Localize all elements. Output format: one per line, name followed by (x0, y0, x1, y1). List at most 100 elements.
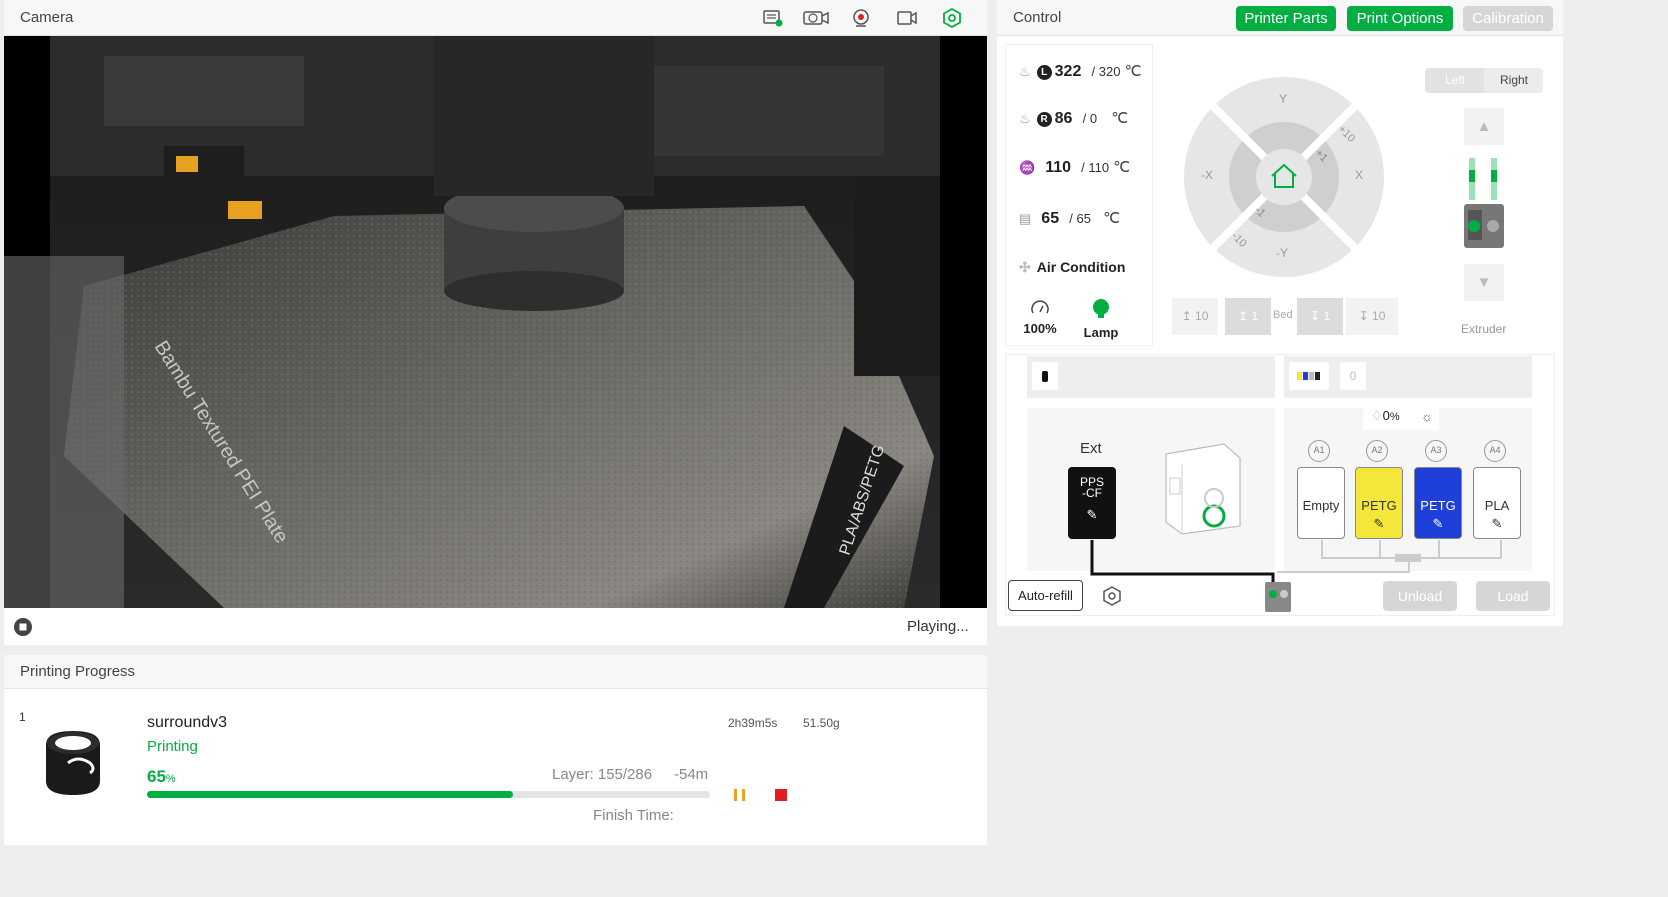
progress-percent-unit: % (165, 773, 176, 785)
control-title: Control (1013, 9, 1062, 26)
air-condition-button[interactable]: ✣ Air Condition (1019, 259, 1125, 276)
jog-x-minus[interactable]: -X (1201, 168, 1213, 182)
humidity-indicator[interactable]: ♢0% ☼ (1363, 408, 1439, 430)
ext-spool-slot[interactable]: PPS -CF ✎ (1068, 467, 1116, 539)
recording-icon[interactable] (896, 9, 918, 27)
ams-tab-bar: 0 (1284, 356, 1532, 398)
extruder-left-option[interactable]: Left (1445, 73, 1465, 87)
slot-a1-material: Empty (1302, 498, 1340, 513)
ext-tray-tab[interactable] (1032, 362, 1058, 390)
extruder-label: Extruder (1461, 322, 1507, 336)
edit-pen-icon: ✎ (1491, 516, 1503, 531)
timelapse-icon[interactable] (802, 9, 830, 27)
camera-image: PLA/ABS/PETG Bambu Textured PEI Plate (4, 36, 940, 608)
finish-time: Finish Time: (593, 807, 674, 824)
right-nozzle-target: / 0 (1082, 111, 1098, 126)
bed-up-1-label: 1 (1251, 309, 1259, 323)
edit-pen-icon: ✎ (1086, 507, 1098, 522)
ams-slot-a4[interactable]: PLA ✎ (1473, 467, 1521, 539)
fan-icon: ✣ (1019, 259, 1031, 275)
auto-refill-button[interactable]: Auto-refill (1008, 580, 1083, 611)
speed-control[interactable]: 100% (1023, 300, 1057, 336)
pause-icon[interactable] (732, 787, 748, 803)
ams-slot-a3[interactable]: PETG ✎ (1414, 467, 1462, 539)
webcam-icon[interactable] (851, 8, 871, 28)
ams-slot-a1[interactable]: Empty (1297, 467, 1345, 539)
left-nozzle-target: / 320 (1091, 64, 1121, 79)
lamp-bulb-icon (1093, 299, 1109, 318)
sd-card-icon[interactable] (762, 9, 784, 27)
extruder-down-button[interactable]: ▼ (1464, 264, 1504, 301)
settings-gear-icon[interactable] (942, 8, 962, 28)
slot-a3-material: PETG (1420, 498, 1456, 513)
camera-header: Camera (4, 0, 987, 36)
progress-title: Printing Progress (20, 663, 136, 680)
bed-up-1-button[interactable]: ↥ 1 (1225, 298, 1271, 335)
humidity-value: 0 (1382, 408, 1390, 423)
camera-feed: PLA/ABS/PETG Bambu Textured PEI Plate (4, 36, 987, 608)
bed-down-10-button[interactable]: ↧ 10 (1346, 298, 1398, 335)
ams-slot-a2[interactable]: PETG ✎ (1355, 467, 1403, 539)
extruder-graphic (1464, 158, 1504, 248)
slot-a2-material: PETG (1361, 498, 1397, 513)
stop-icon[interactable] (774, 788, 788, 802)
external-spool-holder-graphic (1165, 443, 1241, 535)
progress-bar-fill (147, 791, 513, 798)
extruder-right-option[interactable]: Right (1500, 73, 1528, 87)
bed-heat-icon: ♒ (1019, 160, 1036, 175)
chamber-temp[interactable]: ▤ 65 / 65 ℃ (1019, 209, 1120, 228)
right-nozzle-temp[interactable]: ♨ R 86 / 0 ℃ (1019, 109, 1128, 128)
stop-stream-icon[interactable] (13, 617, 33, 637)
speed-value: 100% (1023, 321, 1057, 336)
jog-y-plus[interactable]: Y (1279, 92, 1287, 106)
humidity-sun-icon: ☼ (1421, 409, 1433, 424)
ams-tray-count-tab[interactable]: 0 (1340, 362, 1366, 390)
left-badge: L (1036, 65, 1052, 80)
edit-pen-icon: ✎ (1432, 516, 1444, 531)
job-status: Printing (147, 738, 198, 755)
progress-percent-value: 65 (147, 767, 166, 786)
jog-y-minus[interactable]: -Y (1276, 246, 1288, 260)
slot-a4-material: PLA (1484, 498, 1510, 513)
stream-status: Playing... (907, 618, 969, 635)
chamber-icon: ▤ (1019, 211, 1032, 226)
plate-number: 1 (19, 710, 26, 724)
bed-down-1-label: 1 (1323, 309, 1331, 323)
control-header: Control Printer Parts Print Options Cali… (997, 0, 1563, 36)
camera-panel: Camera PLA/ABS/PETG Bambu Textured PEI P… (4, 0, 987, 645)
speedometer-icon (1031, 300, 1049, 314)
unload-button[interactable]: Unload (1383, 581, 1457, 611)
jog-x-plus[interactable]: X (1355, 168, 1363, 182)
total-time: 2h39m5s (728, 716, 778, 730)
bed-down-1-button[interactable]: ↧ 1 (1297, 298, 1343, 335)
bed-current: 110 (1045, 159, 1071, 176)
tab-printer-parts[interactable]: Printer Parts (1236, 6, 1336, 31)
chamber-unit: ℃ (1103, 210, 1120, 227)
progress-percent: 65% (147, 767, 176, 787)
model-thumbnail (46, 731, 100, 795)
edit-pen-icon: ✎ (1373, 516, 1385, 531)
left-nozzle-temp[interactable]: ♨ L 322 / 320 ℃ (1019, 62, 1141, 81)
bed-up-10-button[interactable]: ↥ 10 (1172, 298, 1218, 335)
tab-print-options[interactable]: Print Options (1347, 6, 1453, 31)
ams-settings-icon[interactable] (1101, 585, 1123, 607)
slot-a1-badge: A1 (1308, 440, 1330, 462)
lamp-toggle[interactable]: Lamp (1083, 298, 1119, 340)
ext-tray-tab-bar (1027, 356, 1275, 398)
load-button[interactable]: Load (1476, 581, 1550, 611)
ams-unit-tab[interactable] (1289, 362, 1329, 390)
progress-bar-track (147, 791, 710, 798)
bed-target: / 110 (1081, 160, 1110, 175)
ext-spool-material: PPS -CF (1079, 475, 1104, 500)
layer-info: Layer: 155/286 (552, 766, 653, 783)
humidity-drop-icon: ♢ (1371, 408, 1383, 423)
slot-a2-badge: A2 (1366, 440, 1388, 462)
job-name: surroundv3 (147, 714, 228, 731)
bed-temp[interactable]: ♒ 110 / 110 ℃ (1019, 158, 1130, 177)
slot-a3-badge: A3 (1425, 440, 1447, 462)
ams-color-strip-icon (1297, 372, 1320, 380)
tab-calibration[interactable]: Calibration (1463, 6, 1553, 31)
remaining-time: -54m (674, 766, 709, 783)
slot-a4-badge: A4 (1484, 440, 1506, 462)
extruder-up-button[interactable]: ▲ (1464, 108, 1504, 145)
